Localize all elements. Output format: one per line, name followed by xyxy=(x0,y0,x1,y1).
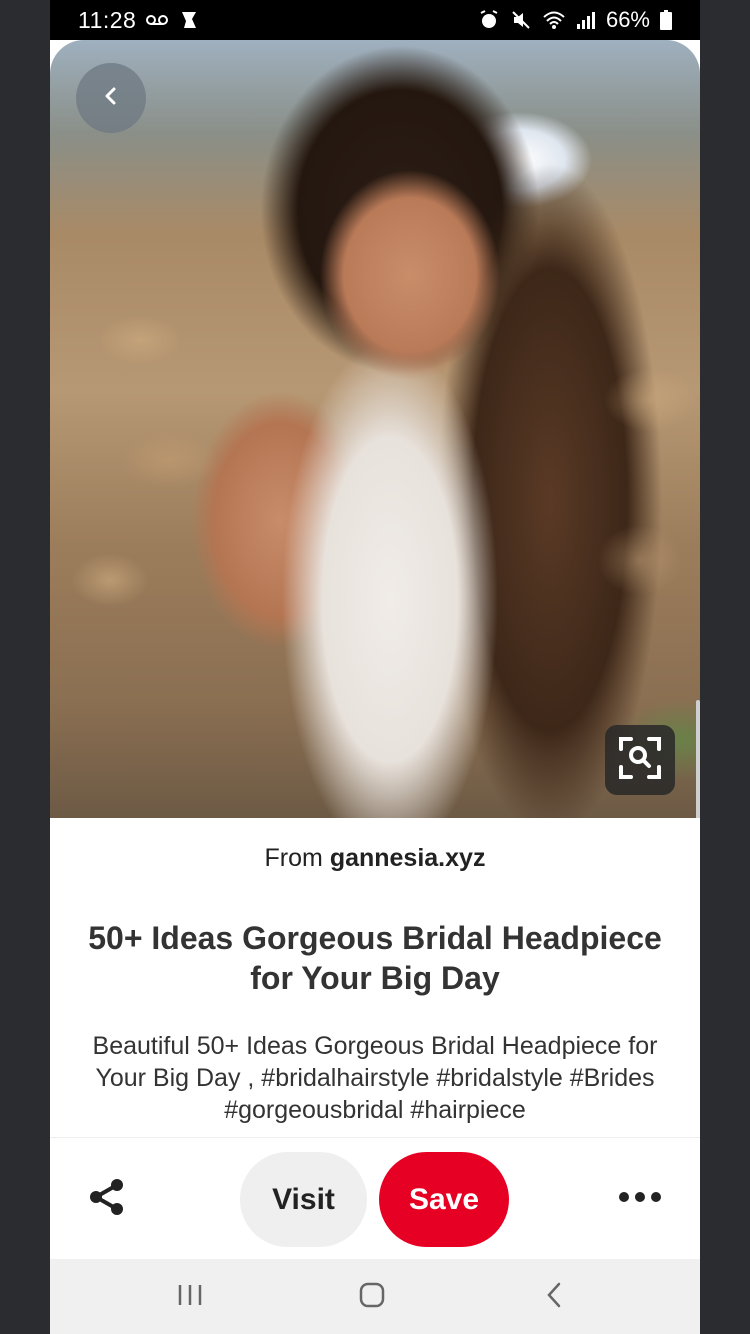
system-nav-bar xyxy=(50,1259,700,1334)
signal-icon xyxy=(576,10,596,30)
voicemail-icon xyxy=(146,13,169,27)
status-bar: 11:28 66% xyxy=(50,0,700,40)
share-button[interactable] xyxy=(86,1178,128,1220)
visit-button[interactable]: Visit xyxy=(240,1152,367,1247)
pin-source[interactable]: From gannesia.xyz xyxy=(50,844,700,873)
alarm-icon xyxy=(478,9,500,31)
nav-home-button[interactable] xyxy=(342,1277,402,1317)
pin-details: From gannesia.xyz 50+ Ideas Gorgeous Bri… xyxy=(50,818,700,1136)
visual-search-button[interactable] xyxy=(605,725,675,795)
home-icon xyxy=(358,1281,386,1314)
mute-icon xyxy=(510,9,532,31)
chevron-left-icon xyxy=(102,84,120,113)
pin-title: 50+ Ideas Gorgeous Bridal Headpiece for … xyxy=(88,920,662,996)
nav-back-button[interactable] xyxy=(524,1277,584,1317)
phone-screen: 11:28 66% From gannesia.xyz 50+ Ideas Go… xyxy=(50,0,700,1334)
recents-icon xyxy=(176,1283,204,1312)
nav-recents-button[interactable] xyxy=(160,1277,220,1317)
wifi-icon xyxy=(542,10,566,30)
pin-image[interactable] xyxy=(50,40,700,818)
notification-app-icon xyxy=(178,9,200,31)
more-options-button[interactable] xyxy=(615,1183,665,1215)
status-time: 11:28 xyxy=(78,6,137,33)
nav-back-icon xyxy=(544,1281,564,1314)
back-button[interactable] xyxy=(76,63,146,133)
action-bar: Visit Save xyxy=(50,1137,700,1260)
pin-description: Beautiful 50+ Ideas Gorgeous Bridal Head… xyxy=(92,1032,658,1124)
battery-icon xyxy=(660,10,672,30)
source-prefix: From xyxy=(264,844,330,872)
lens-search-icon xyxy=(617,735,663,786)
battery-percent: 66% xyxy=(605,7,650,32)
share-icon xyxy=(87,1177,127,1222)
source-domain[interactable]: gannesia.xyz xyxy=(330,844,486,872)
more-horizontal-icon xyxy=(618,1190,662,1208)
save-button[interactable]: Save xyxy=(379,1152,509,1247)
pin-image-background xyxy=(50,40,700,818)
